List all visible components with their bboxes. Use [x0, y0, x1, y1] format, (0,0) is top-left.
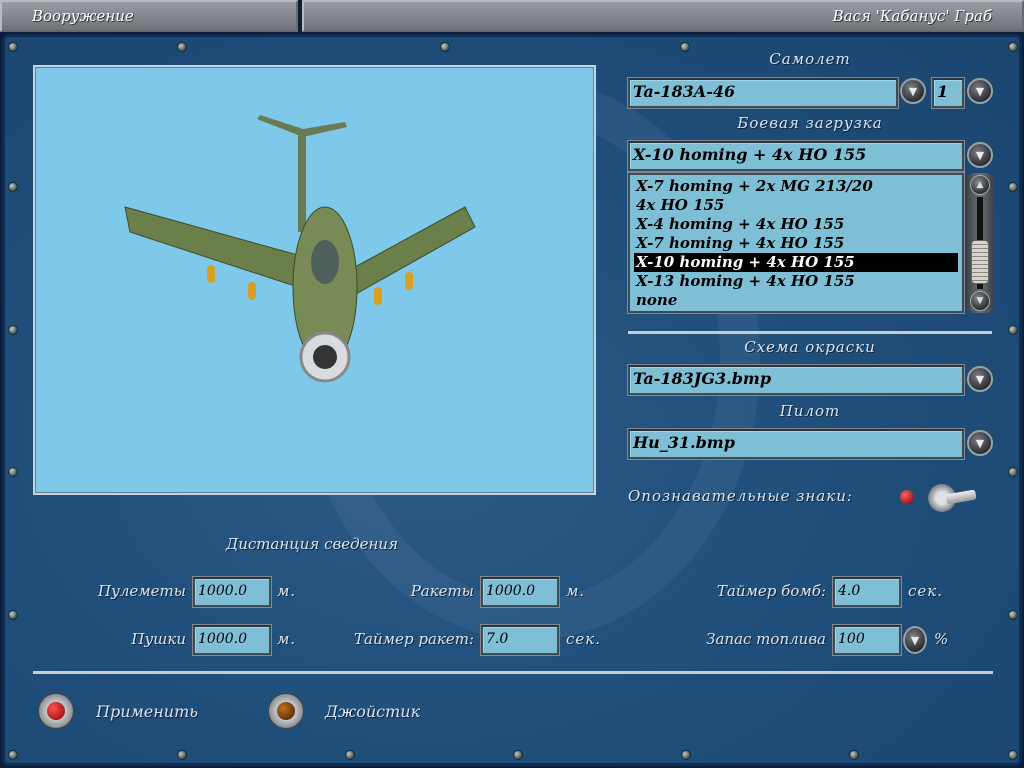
title-section: Вооружение — [0, 0, 298, 32]
rocket-unit: м. — [566, 582, 586, 600]
screw-icon — [8, 182, 18, 192]
screw-icon — [440, 42, 450, 52]
apply-button[interactable] — [38, 693, 74, 729]
fuel-label: Запас топлива — [706, 630, 826, 648]
screw-icon — [1008, 42, 1018, 52]
aircraft-model — [124, 115, 476, 383]
aircraft-count-field[interactable]: 1 — [932, 78, 964, 108]
pilot-label: Пилот — [779, 402, 841, 420]
mg-distance-field[interactable]: 1000.0 — [193, 577, 271, 607]
aircraft-dropdown-button[interactable]: ▼ — [900, 78, 926, 104]
rocket-distance-field[interactable]: 1000.0 — [481, 577, 559, 607]
list-item[interactable]: X-7 homing + 2x MG 213/20 — [634, 177, 958, 196]
list-item[interactable]: none — [634, 291, 958, 310]
cannon-distance-field[interactable]: 1000.0 — [193, 625, 271, 655]
loadout-list[interactable]: X-7 homing + 2x MG 213/20 4x HO 155 X-4 … — [628, 173, 964, 313]
rocket-label: Ракеты — [410, 582, 474, 600]
scroll-down-button[interactable]: ▼ — [970, 291, 990, 311]
screw-icon — [1008, 325, 1018, 335]
fuel-dropdown-button[interactable]: ▼ — [903, 626, 927, 654]
screw-icon — [1008, 610, 1018, 620]
skin-label: Схема окраски — [744, 338, 876, 356]
screw-icon — [8, 42, 18, 52]
mg-label: Пулеметы — [98, 582, 186, 600]
screw-icon — [8, 467, 18, 477]
aircraft-select[interactable]: Ta-183A-46 — [628, 78, 898, 108]
list-item[interactable]: X-7 homing + 4x HO 155 — [634, 234, 958, 253]
list-item-selected[interactable]: X-10 homing + 4x HO 155 — [634, 253, 958, 272]
chevron-up-icon: ▲ — [976, 180, 984, 190]
loadout-scrollbar[interactable]: ▲ ▼ — [966, 173, 994, 313]
list-item[interactable]: 4x HO 155 — [634, 196, 958, 215]
fuel-field[interactable]: 100 — [833, 625, 901, 655]
amber-lamp-icon — [277, 702, 295, 720]
chevron-down-icon: ▼ — [975, 436, 985, 450]
screw-icon — [849, 750, 859, 760]
joystick-button[interactable] — [268, 693, 304, 729]
screw-icon — [1008, 467, 1018, 477]
loadout-dropdown-button[interactable]: ▼ — [967, 142, 993, 168]
loadout-label: Боевая загрузка — [737, 114, 883, 132]
screw-icon — [8, 325, 18, 335]
loadout-select[interactable]: X-10 homing + 4x HO 155 — [628, 141, 964, 171]
indicator-lamp-icon — [900, 490, 914, 504]
skin-dropdown-button[interactable]: ▼ — [967, 366, 993, 392]
rocket-timer-field[interactable]: 7.0 — [481, 625, 559, 655]
list-item[interactable]: X-4 homing + 4x HO 155 — [634, 215, 958, 234]
chevron-down-icon: ▼ — [908, 84, 918, 98]
bomb-timer-field[interactable]: 4.0 — [833, 577, 901, 607]
chevron-down-icon: ▼ — [910, 633, 920, 647]
screw-icon — [1008, 182, 1018, 192]
fuel-unit: % — [934, 630, 950, 648]
joystick-label[interactable]: Джойстик — [325, 702, 420, 721]
scroll-up-button[interactable]: ▲ — [970, 175, 990, 195]
apply-label[interactable]: Применить — [96, 702, 198, 721]
screw-icon — [345, 750, 355, 760]
aircraft-label: Самолет — [769, 50, 851, 68]
cannon-unit: м. — [277, 630, 297, 648]
pilot-dropdown-button[interactable]: ▼ — [967, 430, 993, 456]
list-item[interactable]: X-13 homing + 4x HO 155 — [634, 272, 958, 291]
divider — [33, 671, 993, 674]
pilot-select[interactable]: Hu_31.bmp — [628, 429, 964, 459]
markings-toggle[interactable] — [898, 482, 994, 522]
screw-icon — [177, 42, 187, 52]
cannon-label: Пушки — [131, 630, 186, 648]
mg-unit: м. — [277, 582, 297, 600]
rocket-timer-label: Таймер ракет: — [354, 630, 474, 648]
screw-icon — [681, 750, 691, 760]
aircraft-preview[interactable] — [33, 65, 596, 495]
markings-label: Опознавательные знаки: — [628, 487, 853, 505]
chevron-down-icon: ▼ — [976, 296, 984, 306]
screw-icon — [8, 610, 18, 620]
chevron-down-icon: ▼ — [975, 148, 985, 162]
screw-icon — [177, 750, 187, 760]
screw-icon — [8, 750, 18, 760]
bomb-timer-label: Таймер бомб: — [716, 582, 826, 600]
chevron-down-icon: ▼ — [975, 372, 985, 386]
screw-icon — [1008, 750, 1018, 760]
title-player: Вася 'Кабанус' Граб — [302, 0, 1024, 32]
convergence-title: Дистанция сведения — [226, 535, 398, 553]
screw-icon — [680, 42, 690, 52]
chevron-down-icon: ▼ — [975, 84, 985, 98]
bomb-timer-unit: сек. — [908, 582, 944, 600]
scroll-thumb[interactable] — [971, 240, 989, 284]
screw-icon — [513, 750, 523, 760]
skin-select[interactable]: Ta-183JG3.bmp — [628, 365, 964, 395]
rocket-timer-unit: сек. — [566, 630, 602, 648]
count-dropdown-button[interactable]: ▼ — [967, 78, 993, 104]
red-lamp-icon — [47, 702, 65, 720]
divider — [628, 331, 992, 334]
